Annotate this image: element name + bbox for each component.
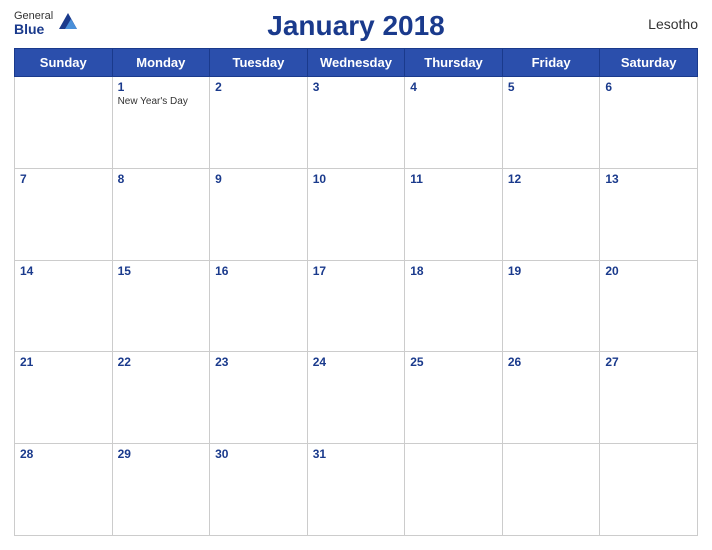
calendar-cell: 14 [15,260,113,352]
calendar-cell: 27 [600,352,698,444]
day-number: 24 [313,355,400,369]
calendar-title: January 2018 [267,10,444,42]
day-number: 30 [215,447,302,461]
logo-blue-text: Blue [14,22,53,37]
day-number: 7 [20,172,107,186]
day-number: 9 [215,172,302,186]
calendar-cell: 10 [307,168,405,260]
calendar-cell [600,444,698,536]
calendar-week-row: 789 10 11 12 13 [15,168,698,260]
day-number: 26 [508,355,595,369]
day-number: 22 [118,355,205,369]
calendar-cell: 26 [502,352,600,444]
header-friday: Friday [502,49,600,77]
calendar-cell: 15 [112,260,210,352]
logo-icon [57,11,79,33]
calendar-cell: 17 [307,260,405,352]
day-number: 13 [605,172,692,186]
header-sunday: Sunday [15,49,113,77]
calendar-week-row: 1 New Year's Day 23456 [15,77,698,169]
calendar-cell [15,77,113,169]
day-number: 19 [508,264,595,278]
calendar-cell: 9 [210,168,308,260]
calendar-cell [502,444,600,536]
day-number: 14 [20,264,107,278]
day-number: 23 [215,355,302,369]
calendar-cell: 22 [112,352,210,444]
country-label: Lesotho [648,16,698,32]
day-number: 5 [508,80,595,94]
calendar-cell: 4 [405,77,503,169]
calendar-cell: 30 [210,444,308,536]
calendar-cell: 19 [502,260,600,352]
day-number: 11 [410,172,497,186]
day-number: 25 [410,355,497,369]
calendar-cell: 29 [112,444,210,536]
calendar-cell: 8 [112,168,210,260]
calendar-week-row: 21 22 23 24 25 26 27 [15,352,698,444]
holiday-label: New Year's Day [118,96,205,107]
day-number: 20 [605,264,692,278]
calendar-cell: 12 [502,168,600,260]
day-number: 1 [118,80,205,94]
calendar-cell: 5 [502,77,600,169]
calendar-header: General Blue January 2018 Lesotho [14,10,698,42]
calendar-cell: 24 [307,352,405,444]
header-saturday: Saturday [600,49,698,77]
calendar-week-row: 28 29 30 31 [15,444,698,536]
calendar-container: General Blue January 2018 Lesotho Sunday… [0,0,712,550]
day-number: 2 [215,80,302,94]
weekday-header-row: Sunday Monday Tuesday Wednesday Thursday… [15,49,698,77]
calendar-cell: 7 [15,168,113,260]
calendar-cell: 13 [600,168,698,260]
day-number: 31 [313,447,400,461]
calendar-cell: 25 [405,352,503,444]
header-monday: Monday [112,49,210,77]
calendar-cell [405,444,503,536]
calendar-cell: 16 [210,260,308,352]
header-tuesday: Tuesday [210,49,308,77]
calendar-cell: 21 [15,352,113,444]
calendar-cell: 11 [405,168,503,260]
calendar-week-row: 14 15 16 17 18 19 20 [15,260,698,352]
day-number: 27 [605,355,692,369]
day-number: 10 [313,172,400,186]
day-number: 18 [410,264,497,278]
calendar-cell: 31 [307,444,405,536]
calendar-cell: 20 [600,260,698,352]
calendar-cell: 2 [210,77,308,169]
day-number: 17 [313,264,400,278]
day-number: 4 [410,80,497,94]
day-number: 15 [118,264,205,278]
day-number: 21 [20,355,107,369]
calendar-table: Sunday Monday Tuesday Wednesday Thursday… [14,48,698,536]
day-number: 12 [508,172,595,186]
calendar-cell: 28 [15,444,113,536]
calendar-cell: 1 New Year's Day [112,77,210,169]
day-number: 8 [118,172,205,186]
day-number: 28 [20,447,107,461]
header-wednesday: Wednesday [307,49,405,77]
calendar-cell: 6 [600,77,698,169]
day-number: 3 [313,80,400,94]
logo: General Blue [14,10,79,37]
header-thursday: Thursday [405,49,503,77]
day-number: 29 [118,447,205,461]
calendar-cell: 23 [210,352,308,444]
calendar-cell: 18 [405,260,503,352]
calendar-cell: 3 [307,77,405,169]
day-number: 6 [605,80,692,94]
day-number: 16 [215,264,302,278]
